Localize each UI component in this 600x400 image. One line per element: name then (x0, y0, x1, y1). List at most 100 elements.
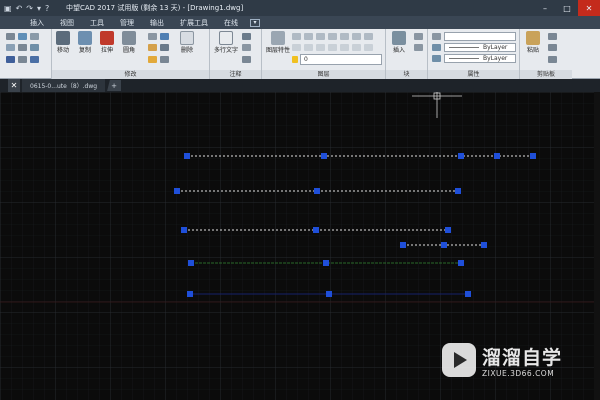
array-icon[interactable] (148, 56, 157, 63)
polyline-icon[interactable] (6, 33, 15, 40)
grip-point[interactable] (481, 242, 487, 248)
grip-point[interactable] (400, 242, 406, 248)
paste-tool[interactable]: 粘贴 (526, 31, 540, 54)
modify-panel: 移动 复制 拉伸 圆角 删除 修改 (52, 29, 210, 79)
copy-clip-icon[interactable] (548, 44, 557, 51)
hatch-icon[interactable] (30, 44, 39, 51)
spline-icon[interactable] (30, 56, 39, 63)
grip-point[interactable] (530, 153, 536, 159)
layer-match-icon[interactable] (304, 33, 313, 40)
mirror-icon[interactable] (148, 44, 157, 51)
lightbulb-icon[interactable] (292, 56, 298, 63)
menu-item-insert[interactable]: 插入 (22, 18, 52, 28)
layer-freeze-icon[interactable] (352, 33, 361, 40)
grip-point[interactable] (188, 260, 194, 266)
layer-off-icon[interactable] (364, 33, 373, 40)
close-icon[interactable]: ✕ (578, 0, 600, 16)
copy-label: 复制 (78, 47, 91, 54)
grip-point[interactable] (458, 260, 464, 266)
grip-point[interactable] (494, 153, 500, 159)
grip-point[interactable] (323, 260, 329, 266)
redo-icon[interactable]: ↷ (26, 4, 33, 13)
arc-icon[interactable] (30, 33, 39, 40)
maximize-icon[interactable]: □ (556, 0, 578, 16)
stretch-tool[interactable]: 拉伸 (100, 31, 114, 54)
layer-unlock-icon[interactable] (304, 44, 313, 51)
color-dropdown[interactable] (444, 32, 516, 41)
circle-icon[interactable] (6, 44, 15, 51)
extend-icon[interactable] (160, 33, 169, 40)
fillet-icon (122, 31, 136, 45)
layer-delete-icon[interactable] (340, 44, 349, 51)
minimize-icon[interactable]: – (534, 0, 556, 16)
layer-properties-tool[interactable]: 图层特性 (266, 31, 290, 54)
edit-block-icon[interactable] (414, 44, 423, 51)
fillet-tool[interactable]: 圆角 (122, 31, 136, 54)
menu-item-online[interactable]: 在线 (216, 18, 246, 28)
grip-point[interactable] (313, 227, 319, 233)
grip-point[interactable] (314, 188, 320, 194)
layer-lock-icon[interactable] (292, 44, 301, 51)
lineweight-dropdown[interactable]: ByLayer (444, 54, 516, 63)
menu-item-tools[interactable]: 工具 (82, 18, 112, 28)
current-layer-value: 0 (304, 56, 308, 63)
layer-properties-label: 图层特性 (266, 47, 291, 54)
grip-point[interactable] (181, 227, 187, 233)
scale-icon[interactable] (160, 56, 169, 63)
ellipse-icon[interactable] (18, 56, 27, 63)
new-tab-icon[interactable]: + (107, 80, 122, 91)
offset-icon[interactable] (160, 44, 169, 51)
grip-point[interactable] (441, 242, 447, 248)
grip-point[interactable] (174, 188, 180, 194)
help-icon[interactable]: ? (45, 4, 49, 13)
new-file-icon[interactable]: ▣ (4, 4, 12, 13)
undo-icon[interactable]: ↶ (16, 4, 23, 13)
layer-unisolate-icon[interactable] (340, 33, 349, 40)
layer-merge-icon[interactable] (328, 44, 337, 51)
dropdown-icon[interactable]: ▾ (37, 4, 41, 13)
layer-on-icon[interactable] (352, 44, 361, 51)
grip-point[interactable] (445, 227, 451, 233)
grip-point[interactable] (184, 153, 190, 159)
tab-drawing-file[interactable]: 0615-0...ute（8）.dwg (22, 79, 106, 92)
menu-item-manage[interactable]: 管理 (112, 18, 142, 28)
leader-icon[interactable] (242, 44, 251, 51)
grip-point[interactable] (326, 291, 332, 297)
menu-item-view[interactable]: 视图 (52, 18, 82, 28)
match-properties-icon[interactable] (432, 33, 441, 40)
linetype-dropdown[interactable]: ByLayer (444, 43, 516, 52)
copy-tool[interactable]: 复制 (78, 31, 92, 54)
close-tab-icon[interactable]: ✕ (8, 79, 20, 92)
grip-point[interactable] (455, 188, 461, 194)
region-icon[interactable] (6, 56, 15, 63)
line-icon[interactable] (18, 33, 27, 40)
dimension-icon[interactable] (242, 33, 251, 40)
trim-icon[interactable] (148, 33, 157, 40)
cut-icon[interactable] (548, 33, 557, 40)
lineweight-icon[interactable] (432, 55, 441, 62)
layer-walk-icon[interactable] (316, 44, 325, 51)
rectangle-icon[interactable] (18, 44, 27, 51)
move-tool[interactable]: 移动 (56, 31, 70, 54)
layer-isolate-icon[interactable] (328, 33, 337, 40)
layer-previous-icon[interactable] (316, 33, 325, 40)
match-icon[interactable] (548, 56, 557, 63)
grip-point[interactable] (465, 291, 471, 297)
current-layer-dropdown[interactable]: 0 (300, 54, 382, 65)
create-block-icon[interactable] (414, 33, 423, 40)
grip-point[interactable] (321, 153, 327, 159)
menu-item-output[interactable]: 输出 (142, 18, 172, 28)
erase-tool[interactable]: 删除 (180, 31, 194, 54)
layer-thaw-icon[interactable] (364, 44, 373, 51)
ribbon-toggle-icon[interactable]: ▾ (250, 18, 260, 27)
insert-block-tool[interactable]: 插入 (392, 31, 406, 54)
grip-point[interactable] (458, 153, 464, 159)
watermark: 溜溜自学 ZIXUE.3D66.COM (442, 335, 568, 390)
vertical-scrollbar[interactable] (594, 92, 600, 400)
mtext-tool[interactable]: 多行文字 (214, 31, 238, 54)
menu-item-extension-tools[interactable]: 扩展工具 (172, 18, 216, 28)
table-icon[interactable] (242, 56, 251, 63)
linetype-icon[interactable] (432, 44, 441, 51)
layer-state-icon[interactable] (292, 33, 301, 40)
grip-point[interactable] (187, 291, 193, 297)
